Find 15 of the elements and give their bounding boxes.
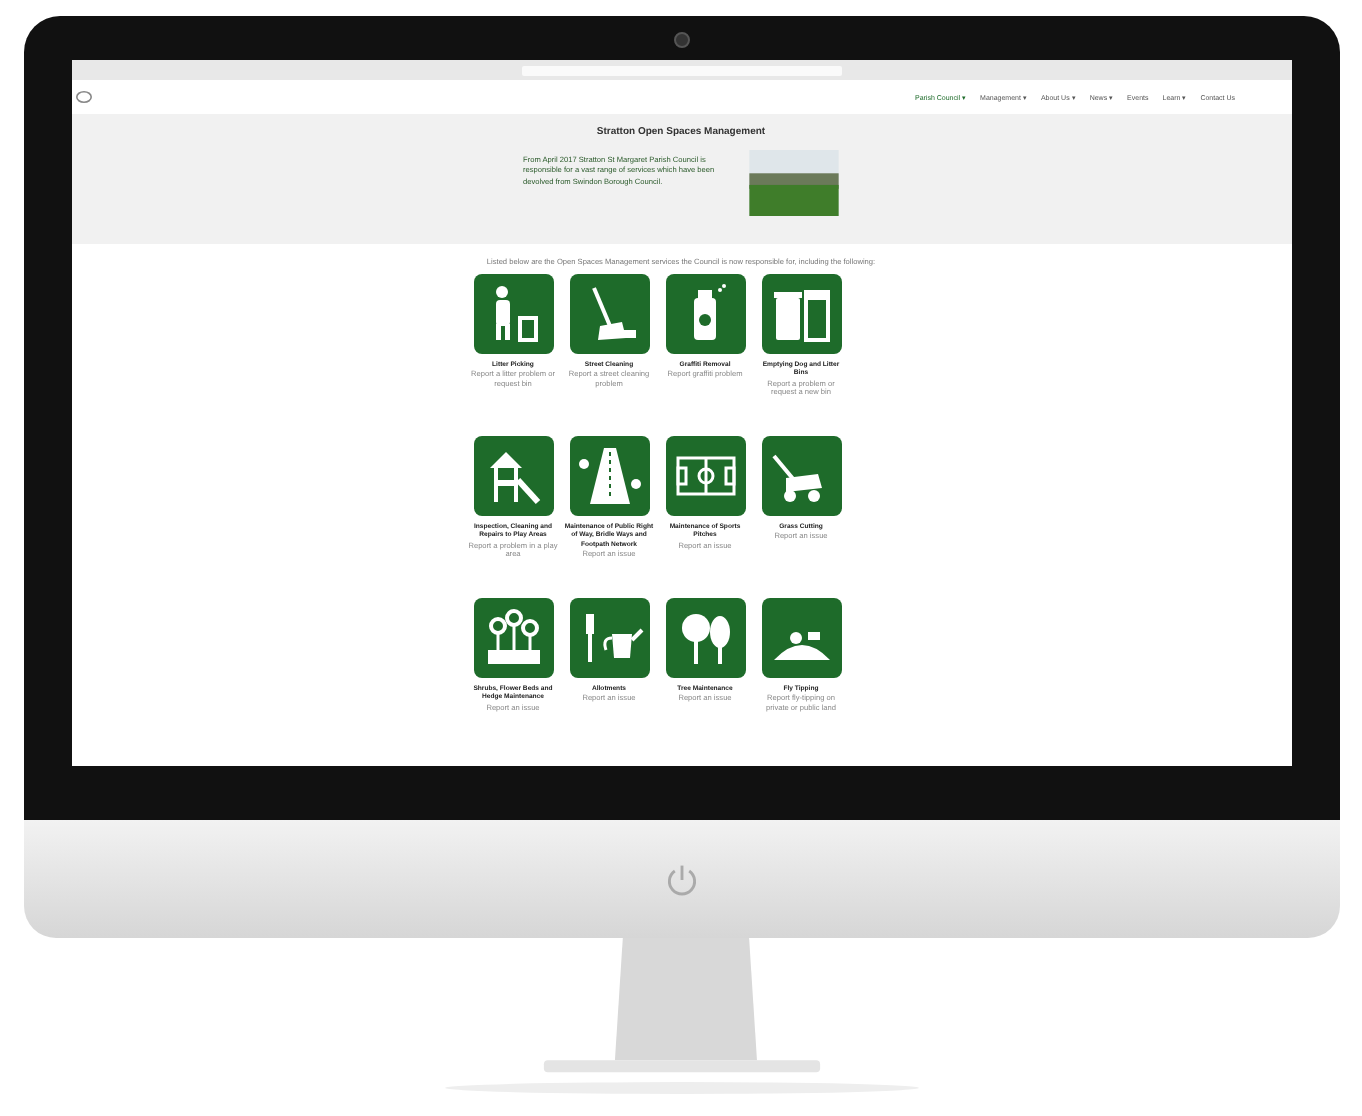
playground-icon[interactable]	[473, 436, 553, 516]
photo-placeholder	[747, 150, 839, 216]
rubbish-pile-icon[interactable]	[761, 598, 841, 678]
trees-icon[interactable]	[665, 598, 745, 678]
flowers-icon[interactable]	[473, 598, 553, 678]
logo-icon	[75, 90, 91, 104]
lawn-mower-icon[interactable]	[761, 436, 841, 516]
litter-picking-icon[interactable]	[473, 274, 553, 354]
camera-icon	[673, 32, 689, 48]
garden-tools-icon[interactable]	[569, 598, 649, 678]
broom-icon[interactable]	[569, 274, 649, 354]
spray-can-icon[interactable]	[665, 274, 745, 354]
pitch-icon[interactable]	[665, 436, 745, 516]
road-icon[interactable]	[569, 436, 649, 516]
bins-icon[interactable]	[761, 274, 841, 354]
